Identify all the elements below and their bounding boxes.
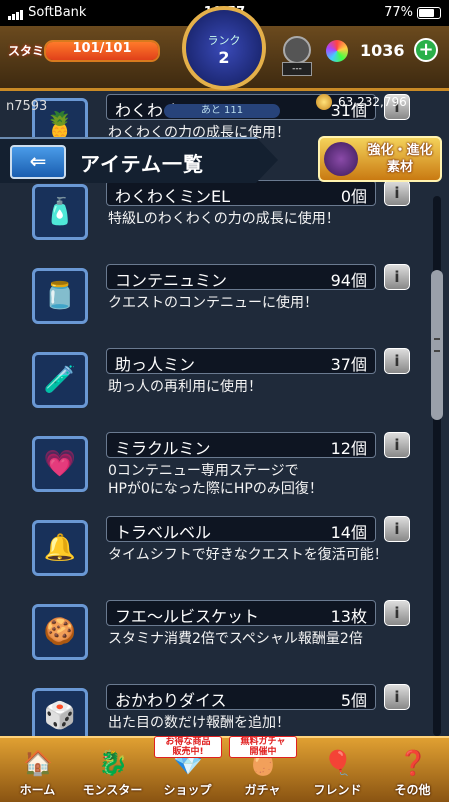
nav-badge: お得な商品 販売中! [154,736,222,758]
item-name: 助っ人ミン [115,355,196,374]
list-item[interactable]: 🫙 コンテニュミン 94個 i クエストのコンテニューに使用！ [0,264,420,348]
item-info-button[interactable]: i [384,348,410,374]
item-description: 0コンテニュー専用ステージで HPが0になった際にHPのみ回復！ [108,463,323,497]
sub-header: n7593 あと 111 63,232,796 [0,91,449,127]
item-name: コンテニュミン [115,271,228,290]
coin-count: 63,232,796 [338,95,407,109]
next-rank: あと 111 [164,104,280,118]
item-count: 14個 [330,523,367,542]
nav-badge: 無料ガチャ 開催中 [229,736,297,758]
item-name: フエ～ルビスケット [115,607,260,626]
item-name: トラベルベル [115,523,212,542]
stamina-value: 101/101 [72,41,132,56]
item-count: 5個 [340,691,367,710]
item-name-box: 助っ人ミン 37個 [106,348,376,374]
list-item[interactable]: 🔔 トラベルベル 14個 i タイムシフトで好きなクエストを復活可能！ [0,516,420,600]
item-count: 13枚 [330,607,367,626]
item-description: 特級Lのわくわくの力の成長に使用！ [108,211,340,227]
nav-item[interactable]: 🏠 ホーム [0,738,75,802]
list-item[interactable]: 🧴 わくわくミンEL 0個 i 特級Lのわくわくの力の成長に使用！ [0,180,420,264]
bottom-nav: 🏠 ホーム 🐉 モンスター 💎 ショップ お得な商品 販売中! 🥚 ガチャ 無料ガチャ 開催中 🎈 フレン… [0,736,449,802]
item-count: 12個 [330,439,367,458]
nav-label: その他 [394,783,431,797]
nav-label: ホーム [19,783,56,797]
item-description: タイムシフトで好きなクエストを復活可能！ [108,547,388,563]
nav-item[interactable]: 💎 ショップ お得な商品 販売中! [150,736,225,802]
nav-item[interactable]: 🎈 フレンド [300,738,375,802]
gem-icon[interactable] [283,36,311,64]
list-item[interactable]: 🎲 おかわりダイス 5個 i 出た目の数だけ報酬を追加！ [0,684,420,736]
item-description: スタミナ消費2倍でスペシャル報酬量2倍 [108,631,363,647]
page-title: アイテム一覧 [80,152,204,176]
item-icon: 🍪 [32,604,88,660]
item-name: わくわくミンEL [115,187,231,206]
nav-label: ショップ [163,783,212,797]
item-info-button[interactable]: i [384,684,410,710]
item-count: 0個 [340,187,367,206]
username: n7593 [6,99,48,114]
list-item[interactable]: 🍪 フエ～ルビスケット 13枚 i スタミナ消費2倍でスペシャル報酬量2倍 [0,600,420,684]
item-description: 助っ人の再利用に使用！ [108,379,262,395]
orb-count: 1036 [360,41,405,60]
item-name-box: ミラクルミン 12個 [106,432,376,458]
item-count: 94個 [330,271,367,290]
item-name-box: おかわりダイス 5個 [106,684,376,710]
item-icon: 💗 [32,436,88,492]
item-info-button[interactable]: i [384,600,410,626]
item-name: おかわりダイス [115,691,227,710]
orb-icon [326,40,348,62]
rank-value: 2 [218,48,230,67]
nav-item[interactable]: 🥚 ガチャ 無料ガチャ 開催中 [225,736,300,802]
scrollbar-grip [434,338,440,352]
materials-icon [324,142,358,176]
evolve-materials-label: 強化・進化 素材 [367,143,433,175]
nav-icon: 🎈 [323,749,353,777]
item-info-button[interactable]: i [384,432,410,458]
item-info-button[interactable]: i [384,516,410,542]
item-description: 出た目の数だけ報酬を追加！ [108,715,290,731]
item-icon: 🎲 [32,688,88,736]
back-button[interactable]: ⇐ [10,145,66,179]
coin-icon [316,94,332,110]
nav-label: フレンド [313,783,362,797]
gem-sub: --- [282,62,312,76]
item-list[interactable]: 🍍 わくわく 31個 i わくわくの力の成長に使用！ 🧴 わくわくミンEL 0個 i 特級Lのわく… [0,94,449,736]
nav-item[interactable]: ❓ その他 [375,738,449,802]
item-icon: 🔔 [32,520,88,576]
item-icon: 🫙 [32,268,88,324]
rank-badge[interactable]: ランク 2 [182,6,266,90]
list-item[interactable]: 🧪 助っ人ミン 37個 i 助っ人の再利用に使用！ [0,348,420,432]
evolve-materials-button[interactable]: 強化・進化 素材 [318,136,442,182]
list-item[interactable]: 💗 ミラクルミン 12個 i 0コンテニュー専用ステージで HPが0になった際にHPのみ回… [0,432,420,516]
item-name-box: フエ～ルビスケット 13枚 [106,600,376,626]
item-name: ミラクルミン [115,439,211,458]
item-description: クエストのコンテニューに使用！ [108,295,318,311]
item-count: 37個 [330,355,367,374]
item-name-box: わくわくミンEL 0個 [106,180,376,206]
item-icon: 🧪 [32,352,88,408]
add-orbs-button[interactable]: + [414,38,438,62]
nav-item[interactable]: 🐉 モンスター [75,738,150,802]
nav-label: モンスター [82,783,143,797]
nav-icon: 🐉 [98,749,128,777]
item-info-button[interactable]: i [384,180,410,206]
item-name-box: トラベルベル 14個 [106,516,376,542]
battery-icon [417,6,441,19]
item-icon: 🧴 [32,184,88,240]
battery-status: 77% [384,5,441,20]
rank-label: ランク [207,34,241,47]
nav-icon: 🏠 [23,749,53,777]
nav-icon: ❓ [398,749,428,777]
item-name-box: コンテニュミン 94個 [106,264,376,290]
item-info-button[interactable]: i [384,264,410,290]
nav-label: ガチャ [244,783,281,797]
